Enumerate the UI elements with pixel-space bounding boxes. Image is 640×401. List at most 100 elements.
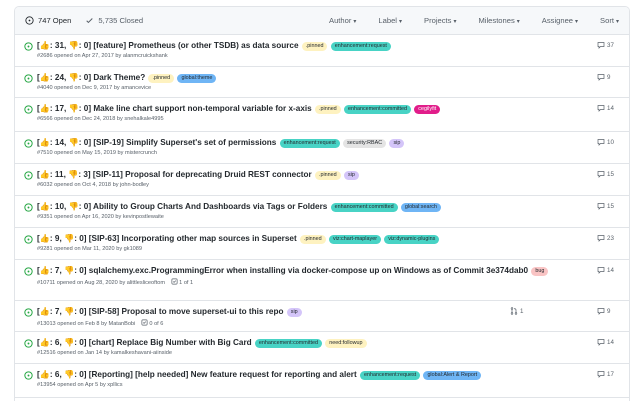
issue-row[interactable]: [👍: 9, 👎: 0] [SIP-63] Incorporating othe… <box>15 228 629 260</box>
issue-label[interactable]: .pinned <box>315 105 341 114</box>
issue-open-icon <box>24 308 33 317</box>
issue-main: [👍: 10, 👎: 0] Ability to Group Charts An… <box>37 201 559 221</box>
comment-count[interactable]: 14 <box>597 104 614 112</box>
checklist-icon <box>171 278 178 285</box>
issue-meta-text: #7510 opened on May 15, 2019 by mistercr… <box>37 150 158 156</box>
issue-title-link[interactable]: [👍: 11, 👎: 3] [SIP-11] Proposal for depr… <box>37 170 312 179</box>
comment-count[interactable]: 10 <box>597 138 614 146</box>
issue-title-link[interactable]: [👍: 10, 👎: 0] Ability to Group Charts An… <box>37 202 327 211</box>
issue-label[interactable]: sip <box>389 139 405 148</box>
issue-title-link[interactable]: [👍: 7, 👎: 0] sqlalchemy.exc.ProgrammingE… <box>37 266 528 275</box>
issue-label[interactable]: enhancement:request <box>279 139 340 148</box>
comment-count[interactable]: 9 <box>597 307 610 315</box>
issue-label[interactable]: .pinned <box>314 171 341 180</box>
comment-icon <box>597 139 605 146</box>
issue-meta: #6032 opened on Oct 4, 2018 by john-bodl… <box>37 182 559 189</box>
comment-count[interactable]: 14 <box>597 338 614 346</box>
issue-label[interactable]: enhancement:request <box>330 42 391 51</box>
issue-label[interactable]: need:followup <box>325 339 367 348</box>
issue-meta: #6566 opened on Dec 24, 2018 by snehalka… <box>37 116 559 123</box>
issue-list: [👍: 31, 👎: 0] [feature] Prometheus (or o… <box>15 35 629 398</box>
linked-pr[interactable]: 1 <box>510 307 523 315</box>
comment-count[interactable]: 17 <box>597 370 614 378</box>
issue-label[interactable]: global:Alert & Report <box>423 371 482 380</box>
comment-icon <box>597 267 605 274</box>
issue-meta-text: #9281 opened on Mar 11, 2020 by gk1089 <box>37 246 143 252</box>
issue-meta: #9351 opened on Apr 16, 2020 by kevinpos… <box>37 214 559 221</box>
comment-count-value: 15 <box>607 170 614 178</box>
issue-label[interactable]: enhancement:request <box>360 371 421 380</box>
filter-assignee[interactable]: Assignee ▾ <box>542 16 578 25</box>
issue-row[interactable]: [👍: 24, 👎: 0] Dark Theme? .pinned global… <box>15 67 629 98</box>
open-issues-tab[interactable]: 747 Open <box>25 16 71 25</box>
comment-count-value: 15 <box>607 202 614 210</box>
issue-label[interactable]: enhancement:committed <box>343 105 411 114</box>
issue-label[interactable]: sip <box>286 308 302 317</box>
comment-count[interactable]: 9 <box>597 73 610 81</box>
comment-icon <box>597 371 605 378</box>
issue-open-icon <box>24 203 33 212</box>
issue-title-line: [👍: 6, 👎: 0] [chart] Replace Big Number … <box>37 337 559 348</box>
checklist-icon <box>141 319 148 326</box>
filter-sort[interactable]: Sort ▾ <box>600 16 619 25</box>
issue-row[interactable]: [👍: 7, 👎: 0] [SIP-58] Proposal to move s… <box>15 301 629 332</box>
issue-main: [👍: 11, 👎: 3] [SIP-11] Proposal for depr… <box>37 169 559 189</box>
comment-count[interactable]: 15 <box>597 170 614 178</box>
issue-label[interactable]: cegilyfit <box>414 105 441 114</box>
issue-label[interactable]: .pinned <box>148 74 175 83</box>
issue-label[interactable]: global:search <box>400 203 441 212</box>
issue-row[interactable]: [👍: 17, 👎: 0] Make line chart support no… <box>15 98 629 132</box>
issue-row[interactable]: [👍: 6, 👎: 0] [chart] Replace Big Number … <box>15 332 629 364</box>
issue-label[interactable]: bug <box>531 267 549 276</box>
issue-label[interactable]: sip <box>343 171 359 180</box>
issue-title-link[interactable]: [👍: 14, 👎: 0] [SIP-19] Simplify Superset… <box>37 138 276 147</box>
filter-label[interactable]: Label ▾ <box>378 16 402 25</box>
issue-label[interactable]: .pinned <box>301 42 328 51</box>
issue-label[interactable]: viz:chart-maplayer <box>328 235 381 244</box>
issue-row[interactable]: [👍: 14, 👎: 0] [SIP-19] Simplify Superset… <box>15 132 629 164</box>
filter-author[interactable]: Author ▾ <box>329 16 356 25</box>
issue-meta-text: #2686 opened on Apr 27, 2017 by alanmcru… <box>37 53 168 59</box>
issue-label[interactable]: security:RBAC <box>343 139 387 148</box>
filter-projects[interactable]: Projects ▾ <box>424 16 456 25</box>
issues-box: 747 Open 5,735 Closed Author ▾ Label ▾ Pro… <box>14 6 630 401</box>
issue-title-line: [👍: 31, 👎: 0] [feature] Prometheus (or o… <box>37 40 559 51</box>
closed-count: 5,735 Closed <box>98 16 144 25</box>
issue-label[interactable]: enhancement:committed <box>254 339 322 348</box>
caret-down-icon: ▾ <box>353 19 357 25</box>
issue-title-link[interactable]: [👍: 6, 👎: 0] [chart] Replace Big Number … <box>37 338 252 347</box>
closed-issues-tab[interactable]: 5,735 Closed <box>85 16 143 25</box>
issue-label[interactable]: global:theme <box>177 74 217 83</box>
issue-main: [👍: 7, 👎: 0] sqlalchemy.exc.ProgrammingE… <box>37 265 559 287</box>
issue-label[interactable]: viz:dynamic-plugins <box>384 235 440 244</box>
filter-milestones[interactable]: Milestones ▾ <box>478 16 519 25</box>
issue-title-link[interactable]: [👍: 17, 👎: 0] Make line chart support no… <box>37 104 312 113</box>
caret-down-icon: ▾ <box>399 19 403 25</box>
issue-title-link[interactable]: [👍: 6, 👎: 0] [Reporting] [help needed] N… <box>37 370 357 379</box>
issue-open-icon <box>24 171 33 180</box>
issue-row[interactable]: [👍: 7, 👎: 0] sqlalchemy.exc.ProgrammingE… <box>15 260 629 301</box>
comment-count[interactable]: 37 <box>597 41 614 49</box>
issue-title-link[interactable]: [👍: 9, 👎: 0] [SIP-63] Incorporating othe… <box>37 234 297 243</box>
check-icon <box>86 18 94 24</box>
comment-count[interactable]: 15 <box>597 202 614 210</box>
comment-icon <box>597 308 605 315</box>
comment-count-value: 9 <box>607 73 611 81</box>
issue-label[interactable]: enhancement:committed <box>330 203 398 212</box>
issue-row[interactable]: [👍: 6, 👎: 0] [Reporting] [help needed] N… <box>15 364 629 398</box>
issue-row[interactable]: [👍: 10, 👎: 0] Ability to Group Charts An… <box>15 196 629 228</box>
issue-row[interactable]: [👍: 31, 👎: 0] [feature] Prometheus (or o… <box>15 35 629 67</box>
issue-meta: #2686 opened on Apr 27, 2017 by alanmcru… <box>37 53 559 60</box>
issue-title-link[interactable]: [👍: 24, 👎: 0] Dark Theme? <box>37 73 145 82</box>
issue-open-icon <box>24 42 33 51</box>
issue-row[interactable]: [👍: 11, 👎: 3] [SIP-11] Proposal for depr… <box>15 164 629 196</box>
issue-label[interactable]: .pinned <box>299 235 326 244</box>
issue-title-line: [👍: 17, 👎: 0] Make line chart support no… <box>37 103 559 114</box>
issue-main: [👍: 9, 👎: 0] [SIP-63] Incorporating othe… <box>37 233 559 253</box>
comment-icon <box>597 203 605 210</box>
issue-title-link[interactable]: [👍: 31, 👎: 0] [feature] Prometheus (or o… <box>37 41 299 50</box>
comment-count[interactable]: 23 <box>597 234 614 242</box>
comment-count[interactable]: 14 <box>597 266 614 274</box>
task-progress: 0 of 6 <box>149 321 164 327</box>
issue-title-link[interactable]: [👍: 7, 👎: 0] [SIP-58] Proposal to move s… <box>37 307 284 316</box>
